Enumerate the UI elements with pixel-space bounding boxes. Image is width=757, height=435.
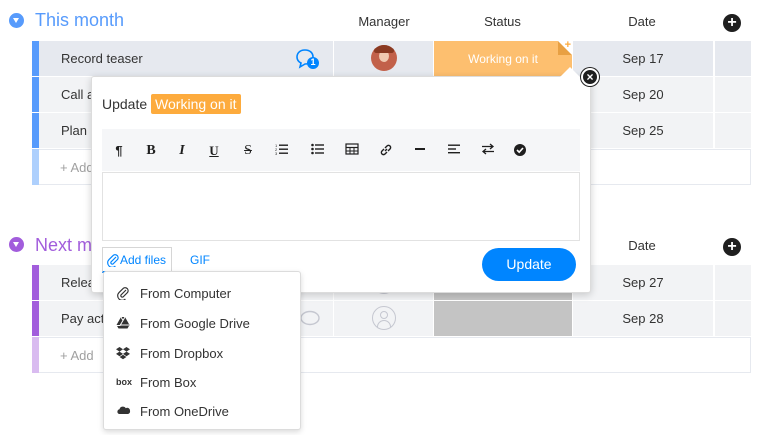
date-value: Sep 25 [622,123,664,138]
link-icon[interactable] [377,143,395,159]
date-value: Sep 17 [622,51,664,66]
row-tail [714,77,751,112]
item-name[interactable]: Record teaser [61,51,143,66]
column-header-date[interactable]: Date [572,238,712,253]
group-collapse-toggle[interactable] [9,237,24,252]
popup-heading: Update Working on it [102,94,241,114]
menu-item-label: From Dropbox [140,346,224,361]
date-cell[interactable]: Sep 27 [572,265,713,300]
update-text-editor[interactable] [102,172,580,241]
bullet-list-icon[interactable] [309,143,327,159]
row-color-bar [32,301,39,336]
underline-icon[interactable]: U [205,143,223,159]
add-files-tab[interactable]: Add files [102,247,172,273]
update-label: Update [102,96,148,112]
svg-text:3: 3 [275,151,278,155]
group-title[interactable]: Next m [35,235,92,256]
manager-cell[interactable] [333,301,433,336]
menu-item-from-onedrive[interactable]: From OneDrive [104,397,300,426]
table-row[interactable]: Record teaser 1 Working on it + Sep 17 [32,39,751,76]
updates-bubble-icon[interactable] [299,310,321,331]
row-color-bar [32,265,39,300]
status-cell[interactable] [433,301,572,336]
align-left-icon[interactable] [445,143,463,159]
empty-avatar-icon[interactable] [372,306,396,330]
close-icon[interactable]: × [581,68,599,86]
add-files-menu: From Computer From Google Drive From Dro… [103,271,301,430]
group-collapse-toggle[interactable] [9,13,24,28]
onedrive-icon [116,404,132,418]
menu-item-from-dropbox[interactable]: From Dropbox [104,339,300,368]
menu-item-from-google-drive[interactable]: From Google Drive [104,309,300,338]
row-color-bar [32,113,39,148]
status-cell[interactable]: Working on it + [433,39,572,76]
editor-toolbar: ¶ B I U S 123 [102,129,580,171]
row-color-bar [32,77,39,112]
gif-tab[interactable]: GIF [190,253,210,267]
column-header-manager[interactable]: Manager [334,14,434,29]
popup-pointer [560,67,580,77]
menu-item-label: From Google Drive [140,316,250,331]
row-tail [714,301,751,336]
row-tail [714,265,751,300]
menu-item-from-box[interactable]: box From Box [104,368,300,397]
status-label: Working on it [468,52,538,66]
row-tail [714,41,751,76]
column-header-status[interactable]: Status [433,14,572,29]
date-value: Sep 28 [622,311,664,326]
paragraph-icon[interactable]: ¶ [110,143,128,159]
add-files-label: Add files [120,253,167,267]
group-title[interactable]: This month [35,10,124,31]
paperclip-icon [107,253,119,270]
add-item-label[interactable]: + Add [60,348,94,363]
avatar[interactable] [371,45,397,71]
updates-bubble-icon[interactable]: 1 [295,47,321,71]
status-update-popup: Update Working on it ¶ B I U S 123 Add f… [91,76,591,293]
add-column-icon[interactable]: + [723,14,741,32]
row-tail [714,113,751,148]
bold-icon[interactable]: B [142,143,160,159]
paperclip-icon [116,286,132,301]
box-icon: box [116,377,133,387]
date-value: Sep 20 [622,87,664,102]
checklist-icon[interactable] [511,143,529,159]
row-color-bar [32,337,39,373]
google-drive-icon [116,316,132,330]
update-button-label: Update [506,256,552,272]
menu-item-from-computer[interactable]: From Computer [104,279,300,308]
name-cell[interactable]: Record teaser 1 [39,41,333,76]
date-cell[interactable]: Sep 25 [572,113,713,148]
date-cell[interactable]: Sep 28 [572,301,713,336]
row-color-bar [32,41,39,76]
italic-icon[interactable]: I [173,143,191,159]
add-item-label[interactable]: + Add [60,160,94,175]
row-color-bar [32,149,39,185]
add-column-icon[interactable]: + [723,238,741,256]
text-direction-icon[interactable] [479,143,497,159]
status-pill: Working on it [151,94,241,114]
horizontal-rule-icon[interactable] [411,143,429,159]
manager-cell[interactable] [333,41,433,76]
menu-item-label: From Box [140,375,197,390]
update-button[interactable]: Update [482,248,576,281]
menu-item-label: From OneDrive [140,404,229,419]
table-icon[interactable] [343,143,361,159]
column-header-date[interactable]: Date [572,14,712,29]
ordered-list-icon[interactable]: 123 [273,143,291,159]
strikethrough-icon[interactable]: S [239,143,257,159]
updates-count: 1 [310,57,316,67]
dropbox-icon [116,346,132,360]
status-add-icon: + [564,39,571,51]
date-value: Sep 27 [622,275,664,290]
menu-item-label: From Computer [140,286,232,301]
